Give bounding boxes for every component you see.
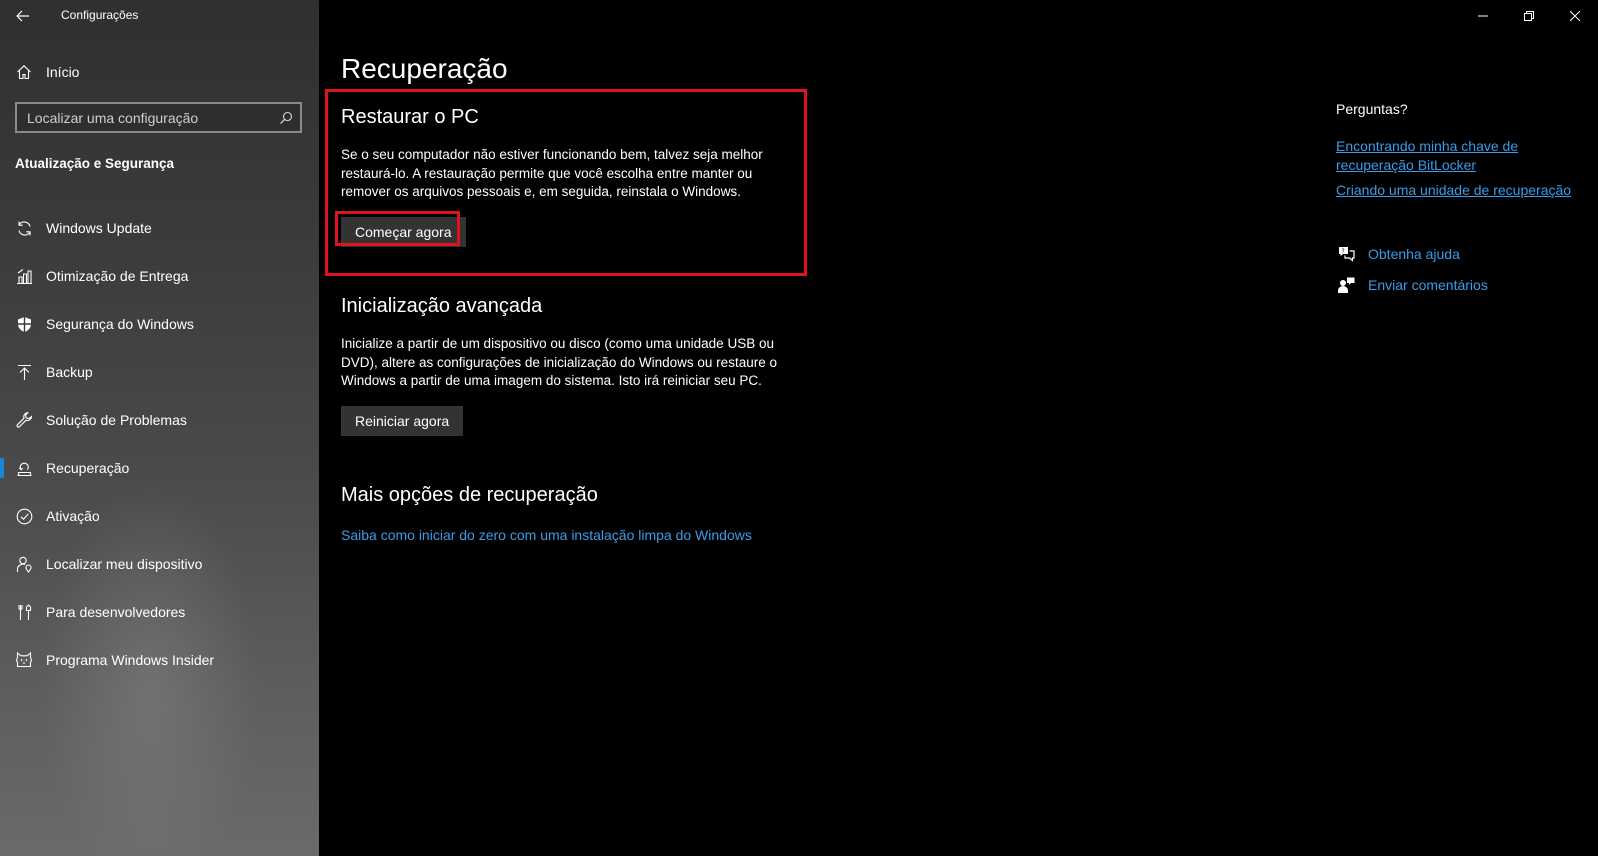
reset-pc-section: Restaurar o PC Se o seu computador não e…: [341, 106, 801, 247]
sidebar-item-label: Backup: [46, 364, 93, 380]
minimize-icon: [1478, 15, 1488, 17]
page-title: Recuperação: [341, 53, 508, 84]
sidebar-item-for-developers[interactable]: Para desenvolvedores: [0, 588, 319, 636]
search-box[interactable]: [15, 102, 302, 133]
shield-icon: [15, 315, 33, 333]
sidebar-item-label: Ativação: [46, 508, 100, 524]
recovery-drive-link[interactable]: Criando uma unidade de recuperação: [1336, 181, 1586, 200]
sidebar-item-label: Programa Windows Insider: [46, 652, 215, 668]
main-content: Recuperação Restaurar o PC Se o seu comp…: [319, 0, 1598, 856]
restore-icon: [1524, 11, 1534, 21]
sidebar-item-backup[interactable]: Backup: [0, 348, 319, 396]
backup-upload-icon: [15, 363, 33, 381]
bitlocker-key-link[interactable]: Encontrando minha chave de recuperação B…: [1336, 137, 1586, 174]
more-heading: Mais opções de recuperação: [341, 484, 598, 506]
more-recovery-section: Mais opções de recuperação Saiba como in…: [341, 484, 941, 545]
advanced-heading: Inicialização avançada: [341, 295, 543, 317]
home-nav-item[interactable]: Início: [0, 56, 319, 88]
home-label: Início: [46, 64, 80, 80]
sidebar-item-windows-update[interactable]: Windows Update: [0, 204, 319, 252]
send-feedback-item[interactable]: Enviar comentários: [1336, 275, 1488, 295]
minimize-button[interactable]: [1460, 0, 1506, 32]
sidebar-section-title: Atualização e Segurança: [15, 156, 175, 171]
advanced-startup-section: Inicialização avançada Inicialize a part…: [341, 295, 801, 436]
send-feedback-link[interactable]: Enviar comentários: [1368, 277, 1488, 293]
title-bar: Configurações: [0, 0, 319, 32]
questions-title: Perguntas?: [1336, 101, 1408, 117]
developer-tools-icon: [15, 603, 33, 621]
reset-description: Se o seu computador não estiver funciona…: [341, 147, 763, 199]
home-icon: [15, 63, 33, 81]
sidebar-item-label: Para desenvolvedores: [46, 604, 186, 620]
sidebar-item-windows-insider[interactable]: Programa Windows Insider: [0, 636, 319, 684]
clean-install-link[interactable]: Saiba como iniciar do zero com uma insta…: [341, 527, 752, 543]
checkmark-circle-icon: [15, 507, 33, 525]
recovery-icon: [15, 459, 33, 477]
sidebar-item-recovery[interactable]: Recuperação: [0, 444, 319, 492]
sidebar-item-troubleshoot[interactable]: Solução de Problemas: [0, 396, 319, 444]
search-input[interactable]: [17, 104, 272, 131]
get-started-button[interactable]: Começar agora: [341, 216, 466, 247]
sidebar-item-label: Recuperação: [46, 460, 130, 476]
search-icon[interactable]: [272, 111, 300, 125]
restore-button[interactable]: [1506, 0, 1552, 32]
reset-heading: Restaurar o PC: [341, 106, 479, 128]
close-button[interactable]: [1552, 0, 1598, 32]
feedback-icon: [1336, 275, 1356, 295]
sidebar-item-label: Localizar meu dispositivo: [46, 556, 203, 572]
window-controls: [1460, 0, 1598, 32]
get-help-link[interactable]: Obtenha ajuda: [1368, 246, 1460, 262]
sidebar-item-label: Segurança do Windows: [46, 316, 194, 332]
sidebar-item-delivery-optimization[interactable]: Otimização de Entrega: [0, 252, 319, 300]
refresh-icon: [15, 219, 33, 237]
svg-text:?: ?: [1341, 248, 1344, 255]
sidebar-item-label: Otimização de Entrega: [46, 268, 189, 284]
sidebar-item-label: Solução de Problemas: [46, 412, 187, 428]
sidebar: Configurações Início Atualização e Segur…: [0, 0, 319, 856]
insider-cat-icon: [15, 651, 33, 669]
sidebar-nav: Windows Update Otimização de Entrega Seg…: [0, 204, 319, 684]
close-icon: [1570, 11, 1580, 21]
sidebar-item-activation[interactable]: Ativação: [0, 492, 319, 540]
back-button[interactable]: [8, 4, 38, 28]
get-help-item[interactable]: ? Obtenha ajuda: [1336, 244, 1460, 264]
delivery-optimization-icon: [15, 267, 33, 285]
advanced-description: Inicialize a partir de um dispositivo ou…: [341, 336, 777, 388]
sidebar-item-label: Windows Update: [46, 220, 152, 236]
back-arrow-icon: [16, 10, 29, 22]
person-location-icon: [15, 555, 33, 573]
get-help-icon: ?: [1336, 244, 1356, 264]
wrench-icon: [15, 411, 33, 429]
sidebar-item-windows-security[interactable]: Segurança do Windows: [0, 300, 319, 348]
sidebar-item-find-my-device[interactable]: Localizar meu dispositivo: [0, 540, 319, 588]
app-title: Configurações: [61, 8, 139, 22]
restart-now-button[interactable]: Reiniciar agora: [341, 405, 464, 436]
